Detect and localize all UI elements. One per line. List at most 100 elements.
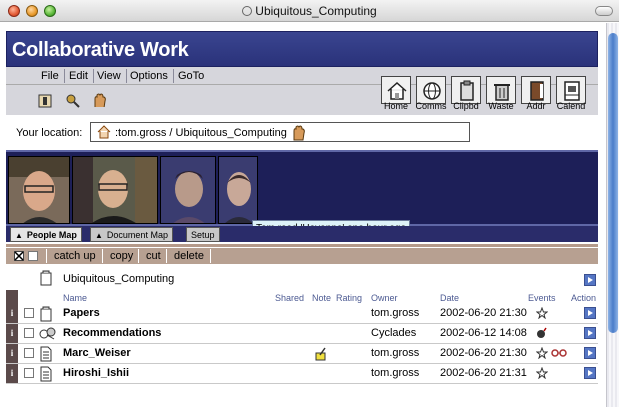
- waste-button[interactable]: [486, 76, 516, 104]
- location-label: Your location:: [16, 127, 83, 139]
- globe-icon: [423, 82, 441, 100]
- table-row[interactable]: i Recommendations Cyclades 2002-06-12 14…: [6, 324, 598, 344]
- location-path: :tom.gross / Ubiquitous_Computing: [115, 127, 287, 139]
- row-name[interactable]: Papers: [63, 307, 100, 319]
- person-photo[interactable]: [8, 156, 70, 224]
- address-button[interactable]: [521, 76, 551, 104]
- comms-button[interactable]: [416, 76, 446, 104]
- table-row[interactable]: i Marc_Weiser tom.gross 2002-06-20 21:30: [6, 344, 598, 364]
- row-checkbox[interactable]: [24, 308, 34, 318]
- row-owner: tom.gross: [371, 367, 420, 379]
- event-glasses-icon[interactable]: [551, 347, 567, 359]
- location-field[interactable]: :tom.gross / Ubiquitous_Computing: [90, 122, 470, 142]
- select-none-checkbox[interactable]: [28, 251, 38, 261]
- row-name[interactable]: Recommendations: [63, 327, 161, 339]
- divider: [210, 249, 211, 263]
- divider: [166, 249, 167, 263]
- app-header: Collaborative Work: [6, 31, 598, 67]
- waste-label: Waste: [488, 101, 514, 111]
- hand-icon[interactable]: [92, 93, 106, 107]
- row-date: 2002-06-12 14:08: [440, 327, 527, 339]
- cut-button[interactable]: cut: [141, 249, 166, 263]
- trash-icon: [494, 84, 510, 101]
- vertical-scrollbar[interactable]: [606, 23, 619, 407]
- info-icon[interactable]: i: [8, 328, 16, 338]
- info-icon[interactable]: i: [8, 348, 16, 358]
- calendar-button[interactable]: [556, 76, 586, 104]
- window-titlebar: Ubiquitous_Computing: [0, 0, 619, 22]
- window-title: Ubiquitous_Computing: [0, 4, 619, 18]
- recommendation-icon: [39, 327, 56, 340]
- delete-button[interactable]: delete: [169, 249, 209, 263]
- menu-view[interactable]: View: [92, 69, 127, 83]
- triangle-up-icon: ▲: [95, 231, 103, 240]
- address-book-icon: [530, 81, 544, 101]
- column-header-date[interactable]: Date: [440, 293, 459, 303]
- info-card-icon[interactable]: [38, 94, 52, 108]
- comms-label: Comms: [415, 101, 447, 111]
- row-owner: tom.gross: [371, 307, 420, 319]
- person-photo[interactable]: [218, 156, 258, 224]
- current-folder-name: Ubiquitous_Computing: [63, 273, 175, 285]
- triangle-up-icon: ▲: [15, 231, 23, 240]
- scrollbar-thumb[interactable]: [608, 33, 618, 333]
- column-header-note[interactable]: Note: [312, 293, 331, 303]
- event-star-icon[interactable]: [536, 347, 548, 359]
- home-label: Home: [383, 101, 408, 111]
- tab-setup[interactable]: Setup: [186, 227, 220, 242]
- home-icon: [387, 81, 407, 100]
- tab-setup-label: Setup: [191, 230, 215, 240]
- info-icon[interactable]: i: [8, 308, 16, 318]
- current-folder-row: Ubiquitous_Computing: [6, 266, 598, 290]
- catch-up-button[interactable]: catch up: [49, 249, 101, 263]
- person-photo[interactable]: [72, 156, 158, 224]
- column-header-owner[interactable]: Owner: [371, 293, 398, 303]
- event-star-icon[interactable]: [536, 307, 548, 319]
- table-row[interactable]: i Papers tom.gross 2002-06-20 21:30: [6, 304, 598, 324]
- tab-document-map[interactable]: ▲ Document Map: [90, 227, 173, 242]
- note-pencil-icon[interactable]: [315, 347, 327, 361]
- row-name[interactable]: Hiroshi_Ishii: [63, 367, 129, 379]
- row-action-button[interactable]: [584, 347, 596, 359]
- row-date: 2002-06-20 21:30: [440, 307, 527, 319]
- toolbar-toggle-button[interactable]: [595, 6, 613, 16]
- column-header-rating[interactable]: Rating: [336, 293, 362, 303]
- event-star-icon[interactable]: [536, 367, 548, 379]
- column-header-shared[interactable]: Shared: [275, 293, 304, 303]
- row-action-button[interactable]: [584, 327, 596, 339]
- divider: [46, 249, 47, 263]
- document-icon: [40, 346, 52, 362]
- menu-options[interactable]: Options: [125, 69, 174, 83]
- menu-goto[interactable]: GoTo: [173, 69, 209, 83]
- menu-file[interactable]: File: [36, 69, 65, 83]
- hand-icon[interactable]: [291, 125, 305, 141]
- search-key-icon[interactable]: [66, 94, 80, 108]
- copy-button[interactable]: copy: [105, 249, 138, 263]
- menu-edit[interactable]: Edit: [64, 69, 94, 83]
- row-date: 2002-06-20 21:30: [440, 347, 527, 359]
- row-owner: Cyclades: [371, 327, 417, 339]
- row-checkbox[interactable]: [24, 368, 34, 378]
- person-photo[interactable]: [160, 156, 216, 224]
- column-header-name[interactable]: Name: [63, 293, 87, 303]
- location-bar: Your location: :tom.gross / Ubiquitous_C…: [6, 116, 598, 150]
- home-button[interactable]: [381, 76, 411, 104]
- row-action-button[interactable]: [584, 367, 596, 379]
- row-action-button[interactable]: [584, 307, 596, 319]
- column-header-action[interactable]: Action: [571, 293, 596, 303]
- row-owner: tom.gross: [371, 347, 420, 359]
- folder-action-button[interactable]: [584, 274, 596, 286]
- column-header-events[interactable]: Events: [528, 293, 556, 303]
- info-icon[interactable]: i: [8, 368, 16, 378]
- awareness-banner: [6, 150, 598, 226]
- table-row[interactable]: i Hiroshi_Ishii tom.gross 2002-06-20 21:…: [6, 364, 598, 384]
- row-checkbox[interactable]: [24, 348, 34, 358]
- row-name[interactable]: Marc_Weiser: [63, 347, 131, 359]
- select-all-icon[interactable]: [14, 251, 24, 261]
- tab-people-map[interactable]: ▲ People Map: [10, 227, 82, 242]
- divider: [102, 249, 103, 263]
- row-checkbox[interactable]: [24, 328, 34, 338]
- clipboard-button[interactable]: [451, 76, 481, 104]
- calendar-label: Calend: [556, 101, 586, 111]
- event-bomb-icon[interactable]: [536, 327, 548, 339]
